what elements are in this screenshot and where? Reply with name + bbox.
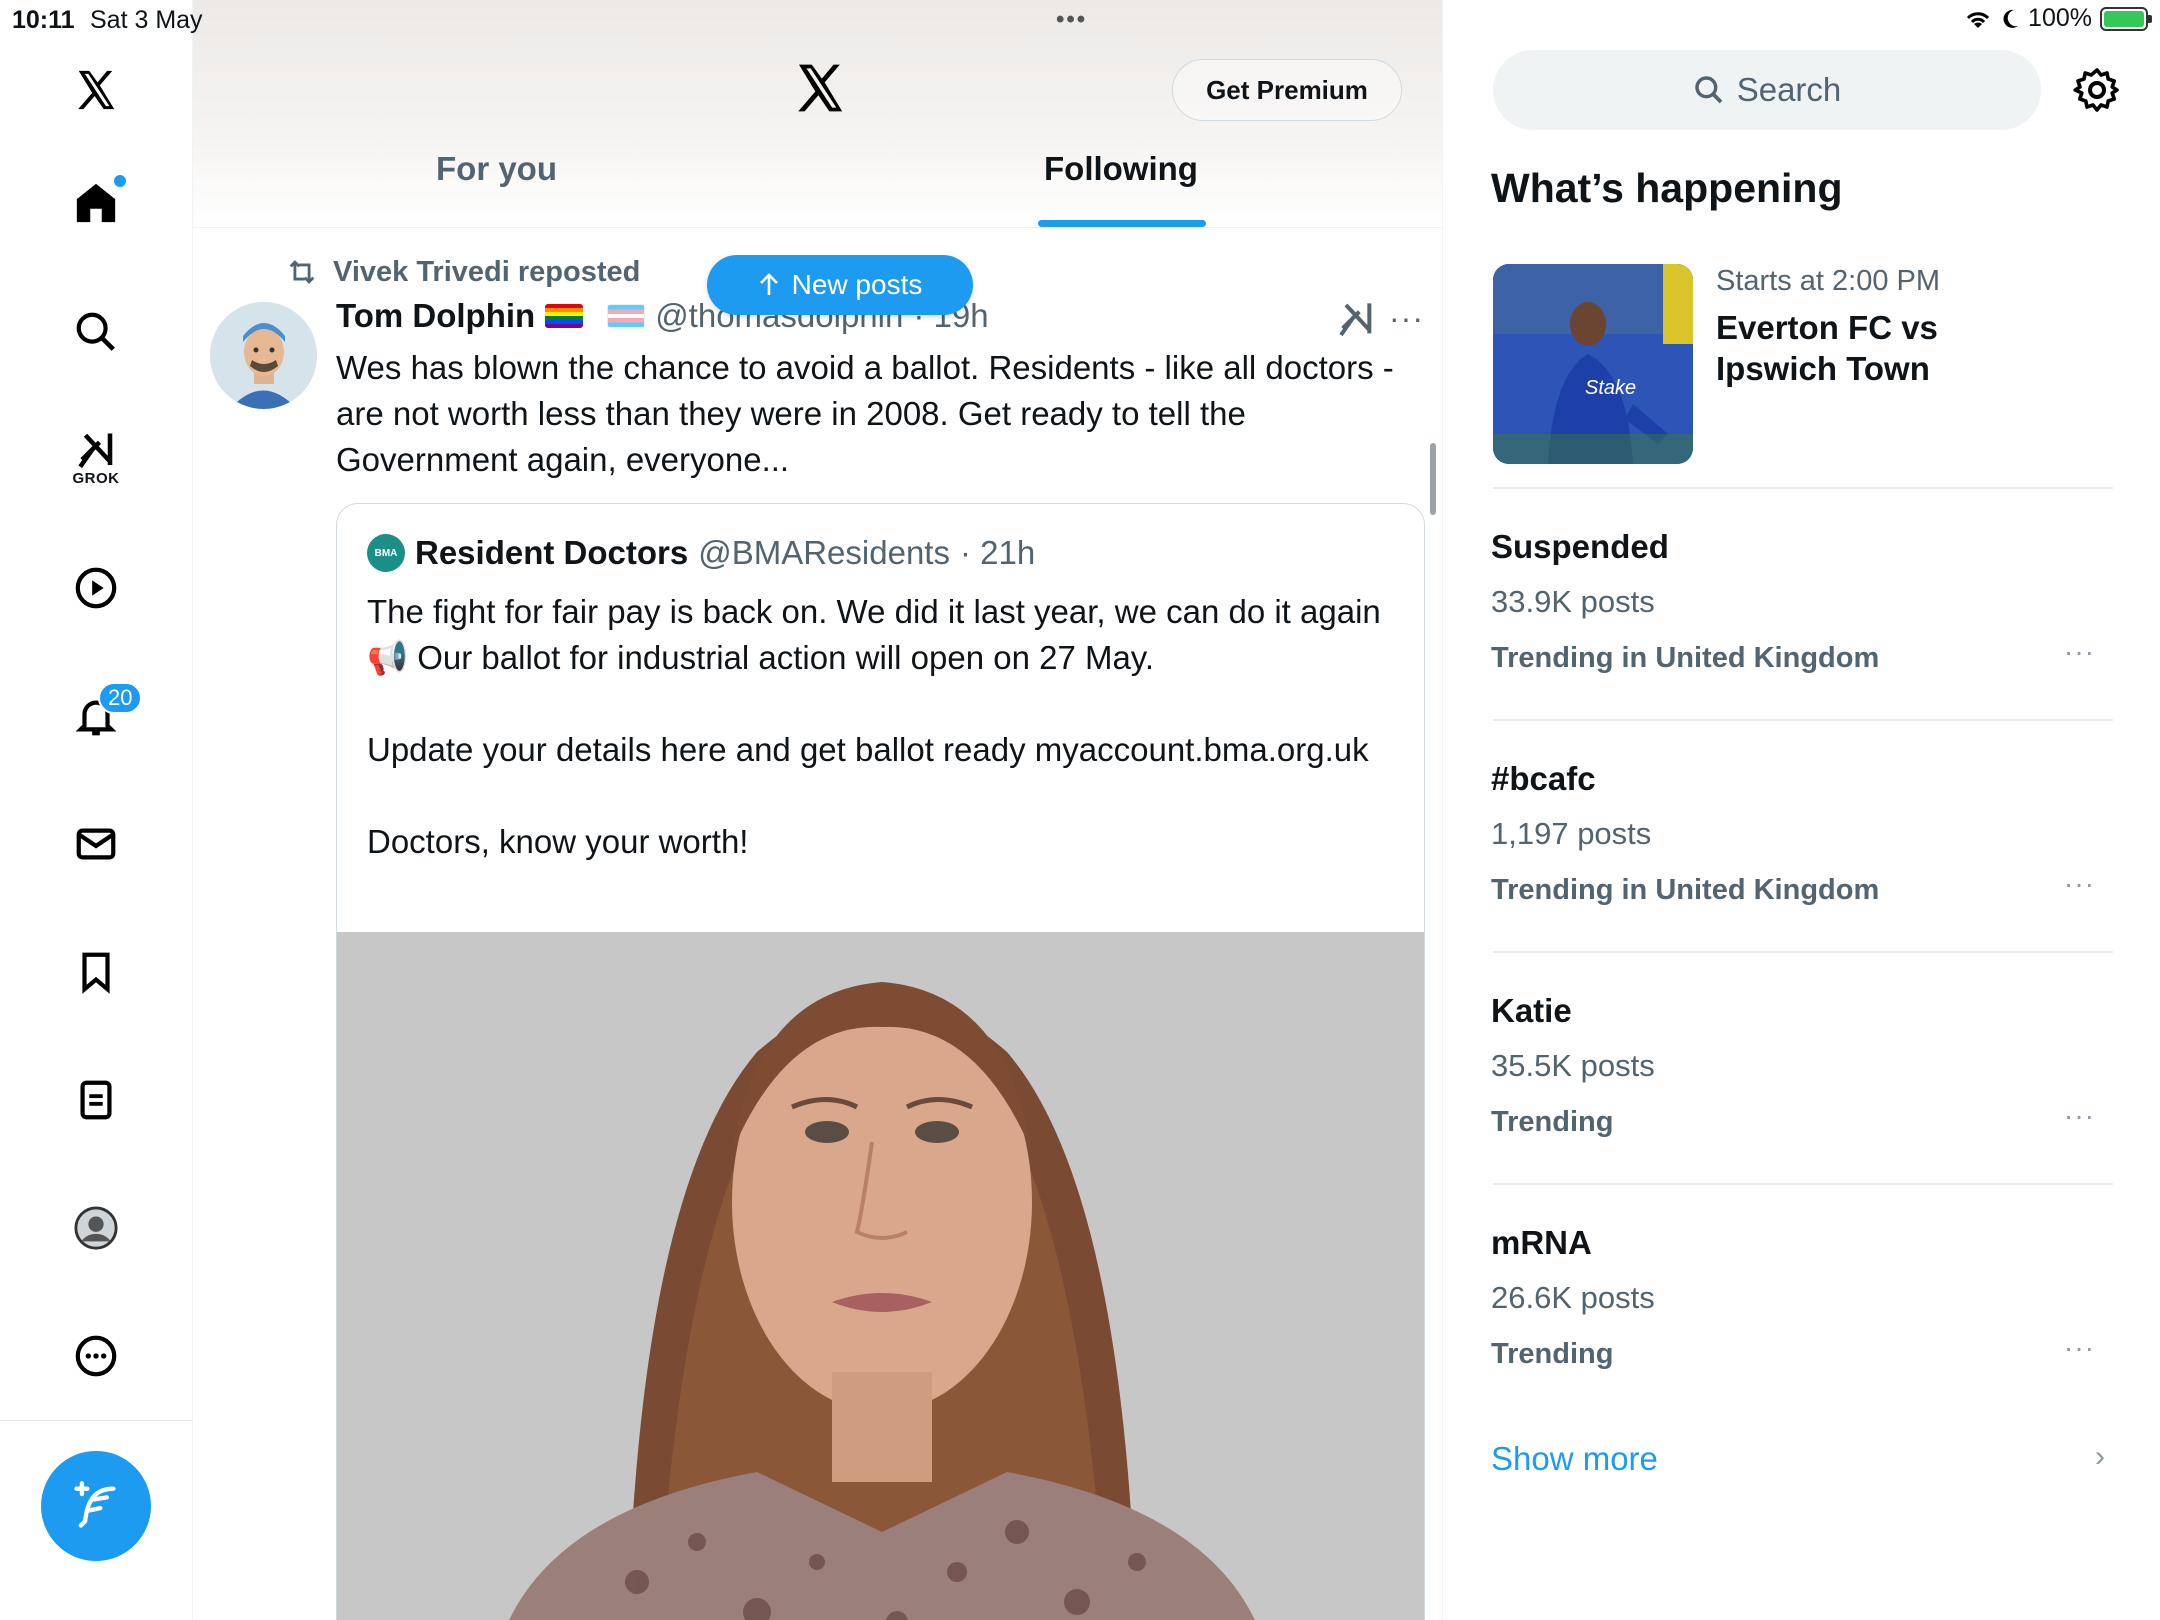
get-premium-button[interactable]: Get Premium: [1172, 59, 1402, 121]
trend-divider: [1493, 1183, 2113, 1185]
grok-icon[interactable]: GROK: [56, 418, 136, 498]
right-sidebar: Search What’s happening Stake Starts at …: [1443, 0, 2160, 1620]
trend-count: 26.6K posts: [1491, 1280, 1655, 1315]
status-bar: 10:11 Sat 3 May ••• 100%: [0, 0, 2160, 40]
bell-icon[interactable]: 20: [56, 676, 143, 756]
x-logo[interactable]: [56, 50, 136, 130]
trend-item[interactable]: #bcafc 1,197 posts Trending in United Ki…: [1491, 760, 2121, 960]
profile-icon[interactable]: [56, 1188, 136, 1268]
home-icon[interactable]: [56, 163, 136, 243]
trans-flag-icon: [607, 304, 646, 328]
chevron-right-icon: ›: [2095, 1440, 2105, 1473]
trend-more-icon[interactable]: ···: [2064, 1100, 2095, 1132]
trend-context: Trending: [1491, 1338, 1614, 1370]
trend-more-icon[interactable]: ···: [2064, 1332, 2095, 1364]
whats-happening-title: What’s happening: [1491, 165, 1843, 211]
quoted-post-text: The fight for fair pay is back on. We di…: [367, 593, 1381, 860]
mail-icon[interactable]: [56, 804, 136, 884]
quoted-author-name[interactable]: Resident Doctors: [415, 534, 688, 572]
wifi-icon: [1966, 11, 1990, 28]
quoted-author-row: BMA Resident Doctors @BMAResidents · 21h: [367, 534, 1035, 572]
compose-post-button[interactable]: [41, 1451, 151, 1561]
list-icon[interactable]: [56, 1060, 136, 1140]
author-avatar[interactable]: [210, 302, 317, 409]
trend-context: Trending in United Kingdom: [1491, 874, 1880, 906]
grok-label: GROK: [72, 469, 120, 487]
home-unread-dot: [114, 175, 126, 187]
more-icon[interactable]: [56, 1316, 136, 1396]
search-icon[interactable]: [56, 292, 136, 372]
new-posts-label: New posts: [791, 269, 923, 300]
arrow-up-icon: [759, 273, 778, 295]
nav-divider: [0, 1420, 193, 1421]
quoted-post[interactable]: BMA Resident Doctors @BMAResidents · 21h…: [336, 503, 1425, 1620]
grok-explain-icon[interactable]: [1336, 300, 1376, 340]
trend-item[interactable]: Suspended 33.9K posts Trending in United…: [1491, 528, 2121, 728]
quoted-post-time[interactable]: · 21h: [960, 534, 1035, 572]
active-tab-indicator: [1038, 220, 1206, 227]
tab-following[interactable]: Following: [1044, 150, 1198, 188]
video-icon[interactable]: [56, 548, 136, 628]
battery-percent: 100%: [2028, 4, 2092, 32]
new-posts-button[interactable]: New posts: [707, 255, 973, 315]
multitask-dots[interactable]: •••: [1056, 6, 1087, 34]
battery-icon: [2100, 6, 2152, 31]
trend-count: 35.5K posts: [1491, 1048, 1655, 1083]
trend-more-icon[interactable]: ···: [2064, 868, 2095, 900]
repost-indicator: Vivek Trivedi reposted: [285, 255, 640, 289]
repost-icon: [289, 260, 315, 284]
x-logo-header[interactable]: [791, 60, 849, 116]
bma-avatar[interactable]: BMA: [367, 534, 405, 572]
trend-more-icon[interactable]: ···: [2064, 636, 2095, 668]
search-placeholder: Search: [1736, 71, 1842, 108]
status-date: Sat 3 May: [90, 6, 203, 34]
moon-icon: [2003, 9, 2019, 28]
trend-name: Suspended: [1491, 528, 1669, 565]
timeline-scrollbar[interactable]: [1430, 443, 1436, 515]
quoted-post-video[interactable]: [337, 932, 1424, 1620]
trend-divider: [1493, 951, 2113, 953]
gear-icon[interactable]: [2073, 66, 2121, 114]
trend-count: 33.9K posts: [1491, 584, 1655, 619]
status-time: 10:11: [12, 6, 75, 34]
trend-item[interactable]: mRNA 26.6K posts Trending ···: [1491, 1224, 2121, 1424]
quill-plus-icon: [74, 1481, 116, 1528]
show-more-link[interactable]: Show more: [1491, 1440, 1658, 1478]
trend-name: mRNA: [1491, 1224, 1592, 1261]
post-more-icon[interactable]: ···: [1389, 300, 1424, 337]
search-icon: [1694, 76, 1723, 104]
event-time: Starts at 2:00 PM: [1716, 265, 1941, 297]
quoted-author-handle[interactable]: @BMAResidents: [698, 534, 950, 572]
app-root: 10:11 Sat 3 May ••• 100% GROK 20 Get Pre…: [0, 0, 2160, 1620]
repost-label[interactable]: Vivek Trivedi reposted: [333, 256, 640, 289]
post-text: Wes has blown the chance to avoid a ball…: [336, 349, 1394, 478]
rainbow-flag-icon: [545, 304, 584, 328]
bookmark-icon[interactable]: [56, 932, 136, 1012]
trend-context: Trending: [1491, 1106, 1614, 1138]
author-name[interactable]: Tom Dolphin: [336, 297, 535, 335]
search-input[interactable]: Search: [1493, 50, 2041, 130]
timeline-column: Get Premium For you Following New posts …: [193, 0, 1443, 1620]
trend-name: #bcafc: [1491, 760, 1596, 797]
tab-for-you[interactable]: For you: [436, 150, 557, 188]
event-image: Stake: [1493, 264, 1693, 464]
event-image-sponsor: Stake: [1585, 377, 1636, 399]
status-indicators: 100%: [1964, 4, 2152, 33]
trend-count: 1,197 posts: [1491, 816, 1652, 851]
trend-divider: [1493, 487, 2113, 489]
left-navigation: GROK 20: [0, 0, 193, 1620]
event-title: Everton FC vs Ipswich Town: [1716, 309, 1938, 387]
trend-name: Katie: [1491, 992, 1572, 1029]
trend-context: Trending in United Kingdom: [1491, 642, 1880, 674]
trend-item[interactable]: Katie 35.5K posts Trending ···: [1491, 992, 2121, 1192]
notification-badge: 20: [98, 682, 143, 714]
trend-divider: [1493, 719, 2113, 721]
